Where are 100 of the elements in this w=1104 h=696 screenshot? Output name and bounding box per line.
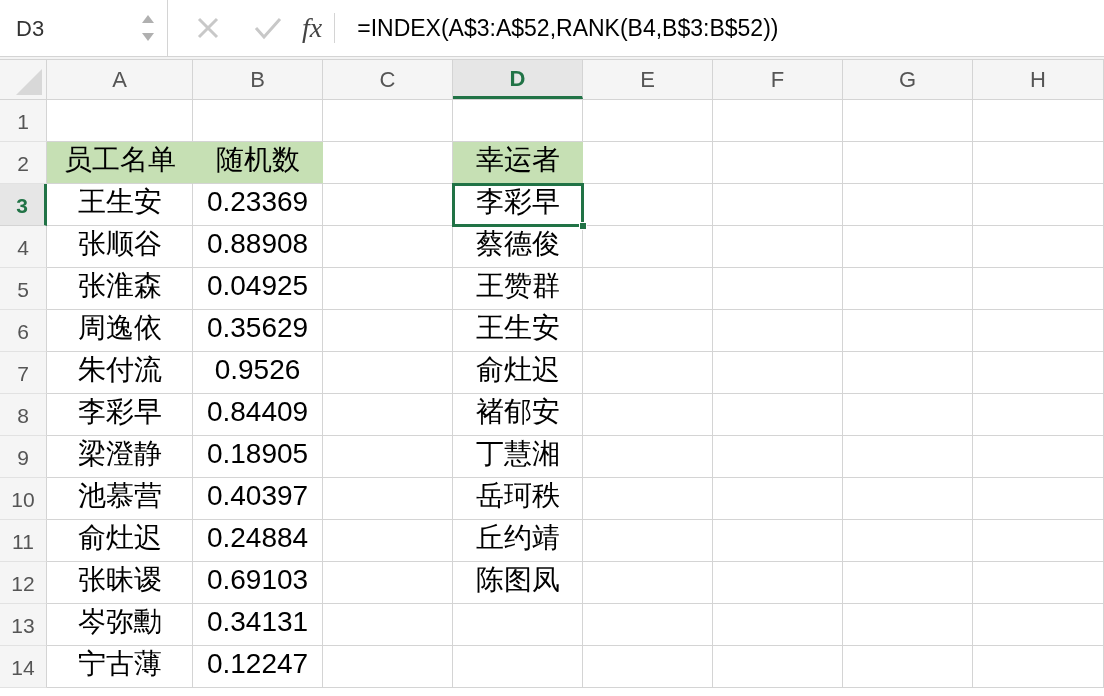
- formula-input[interactable]: =INDEX(A$3:A$52,RANK(B4,B$3:B$52)): [357, 10, 779, 46]
- empty-cell[interactable]: [713, 268, 843, 310]
- empty-cell[interactable]: [583, 100, 713, 142]
- table-cell[interactable]: 朱付流: [47, 352, 193, 394]
- empty-cell[interactable]: [973, 646, 1104, 688]
- empty-cell[interactable]: [843, 268, 973, 310]
- cancel-icon[interactable]: [196, 16, 220, 40]
- table-cell[interactable]: 褚郁安: [453, 394, 583, 436]
- empty-cell[interactable]: [843, 436, 973, 478]
- empty-cell[interactable]: [453, 604, 583, 646]
- table-cell[interactable]: 俞灶迟: [47, 520, 193, 562]
- table-cell[interactable]: 0.34131: [193, 604, 323, 646]
- table-cell[interactable]: 0.18905: [193, 436, 323, 478]
- row-header[interactable]: 1: [0, 100, 47, 142]
- empty-cell[interactable]: [713, 520, 843, 562]
- empty-cell[interactable]: [713, 184, 843, 226]
- column-title-cell[interactable]: 随机数: [193, 142, 323, 184]
- name-box[interactable]: D3: [0, 0, 168, 56]
- fill-handle[interactable]: [579, 222, 587, 230]
- row-header[interactable]: 5: [0, 268, 47, 310]
- empty-cell[interactable]: [843, 142, 973, 184]
- empty-cell[interactable]: [583, 604, 713, 646]
- empty-cell[interactable]: [713, 436, 843, 478]
- empty-cell[interactable]: [323, 100, 453, 142]
- empty-cell[interactable]: [713, 226, 843, 268]
- empty-cell[interactable]: [973, 226, 1104, 268]
- column-header[interactable]: F: [713, 60, 843, 99]
- empty-cell[interactable]: [713, 646, 843, 688]
- empty-cell[interactable]: [973, 268, 1104, 310]
- table-cell[interactable]: 0.35629: [193, 310, 323, 352]
- empty-cell[interactable]: [973, 562, 1104, 604]
- empty-cell[interactable]: [713, 310, 843, 352]
- row-header[interactable]: 4: [0, 226, 47, 268]
- empty-cell[interactable]: [713, 352, 843, 394]
- table-cell[interactable]: 张顺谷: [47, 226, 193, 268]
- empty-cell[interactable]: [973, 184, 1104, 226]
- empty-cell[interactable]: [843, 394, 973, 436]
- empty-cell[interactable]: [973, 478, 1104, 520]
- empty-cell[interactable]: [713, 142, 843, 184]
- table-cell[interactable]: 陈图凤: [453, 562, 583, 604]
- row-header[interactable]: 7: [0, 352, 47, 394]
- empty-cell[interactable]: [973, 142, 1104, 184]
- table-cell[interactable]: 0.88908: [193, 226, 323, 268]
- column-header[interactable]: A: [47, 60, 193, 99]
- table-cell[interactable]: 0.40397: [193, 478, 323, 520]
- row-header[interactable]: 10: [0, 478, 47, 520]
- empty-cell[interactable]: [713, 478, 843, 520]
- empty-cell[interactable]: [453, 646, 583, 688]
- column-header[interactable]: E: [583, 60, 713, 99]
- empty-cell[interactable]: [843, 646, 973, 688]
- empty-cell[interactable]: [843, 562, 973, 604]
- row-header[interactable]: 8: [0, 394, 47, 436]
- empty-cell[interactable]: [843, 100, 973, 142]
- table-cell[interactable]: 王生安: [453, 310, 583, 352]
- empty-cell[interactable]: [713, 394, 843, 436]
- table-cell[interactable]: 0.24884: [193, 520, 323, 562]
- table-cell[interactable]: 0.04925: [193, 268, 323, 310]
- empty-cell[interactable]: [583, 646, 713, 688]
- row-header[interactable]: 12: [0, 562, 47, 604]
- table-cell[interactable]: 梁澄静: [47, 436, 193, 478]
- column-header[interactable]: B: [193, 60, 323, 99]
- table-cell[interactable]: 张昧谡: [47, 562, 193, 604]
- column-header[interactable]: G: [843, 60, 973, 99]
- table-cell[interactable]: 王赞群: [453, 268, 583, 310]
- empty-cell[interactable]: [973, 520, 1104, 562]
- empty-cell[interactable]: [843, 604, 973, 646]
- empty-cell[interactable]: [973, 352, 1104, 394]
- empty-cell[interactable]: [843, 184, 973, 226]
- row-header[interactable]: 13: [0, 604, 47, 646]
- empty-cell[interactable]: [973, 100, 1104, 142]
- empty-cell[interactable]: [973, 394, 1104, 436]
- table-cell[interactable]: 0.69103: [193, 562, 323, 604]
- table-cell[interactable]: 李彩早: [47, 394, 193, 436]
- table-cell[interactable]: 0.9526: [193, 352, 323, 394]
- table-cell[interactable]: 蔡德俊: [453, 226, 583, 268]
- row-header[interactable]: 14: [0, 646, 47, 688]
- table-cell[interactable]: 0.12247: [193, 646, 323, 688]
- table-cell[interactable]: 王生安: [47, 184, 193, 226]
- function-button[interactable]: fx: [302, 7, 323, 49]
- empty-cell[interactable]: [713, 604, 843, 646]
- row-header[interactable]: 6: [0, 310, 47, 352]
- row-header[interactable]: 9: [0, 436, 47, 478]
- check-icon[interactable]: [254, 16, 282, 40]
- table-cell[interactable]: 0.84409: [193, 394, 323, 436]
- empty-cell[interactable]: [973, 436, 1104, 478]
- empty-cell[interactable]: [713, 100, 843, 142]
- column-title-cell[interactable]: 幸运者: [453, 142, 583, 184]
- table-cell[interactable]: 丘约靖: [453, 520, 583, 562]
- empty-cell[interactable]: [843, 352, 973, 394]
- table-cell[interactable]: 张淮森: [47, 268, 193, 310]
- row-header[interactable]: 3: [0, 184, 47, 226]
- table-cell[interactable]: 池慕营: [47, 478, 193, 520]
- table-cell[interactable]: 俞灶迟: [453, 352, 583, 394]
- empty-cell[interactable]: [973, 310, 1104, 352]
- row-header[interactable]: 2: [0, 142, 47, 184]
- row-header[interactable]: 11: [0, 520, 47, 562]
- empty-cell[interactable]: [843, 520, 973, 562]
- empty-cell[interactable]: [843, 226, 973, 268]
- empty-cell[interactable]: [843, 310, 973, 352]
- table-cell[interactable]: 周逸依: [47, 310, 193, 352]
